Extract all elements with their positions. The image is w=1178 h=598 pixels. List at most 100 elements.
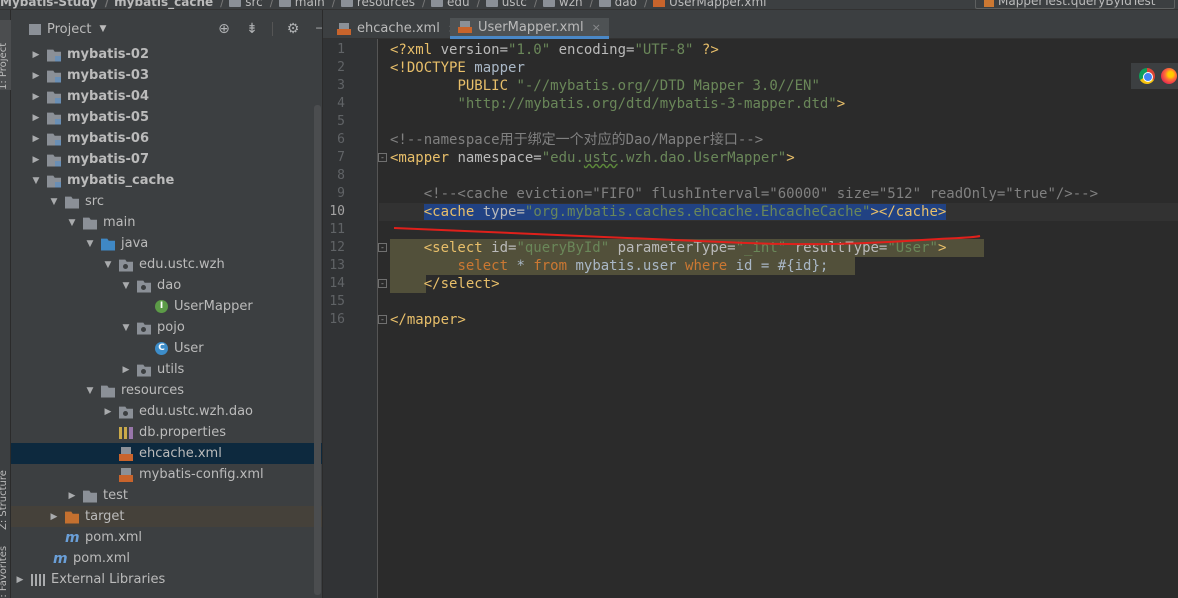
tree-item-utils[interactable]: ▶ utils <box>11 359 322 380</box>
chrome-icon[interactable] <box>1139 68 1155 84</box>
breadcrumb-item[interactable]: / ustc <box>472 0 527 9</box>
code-editor[interactable]: 1 2 3 4 5 6 7 8 9 10 11 12 13 14 15 16 <?xml version="1… <box>323 39 1178 598</box>
breadcrumb-item[interactable]: / UserMapper.xml <box>639 0 766 9</box>
hide-icon[interactable]: ⊣ <box>313 21 322 37</box>
breadcrumb-item[interactable]: / main <box>265 0 325 9</box>
code-token: type= <box>482 204 525 220</box>
collapse-arrow-icon[interactable]: ▶ <box>103 407 113 417</box>
tab-usermapper-xml[interactable]: UserMapper.xml × <box>450 18 609 39</box>
breadcrumb-label: ustc <box>501 0 527 9</box>
expand-arrow-icon[interactable]: ▼ <box>121 281 131 291</box>
breadcrumb-item[interactable]: / edu <box>417 0 470 9</box>
tree-item-test[interactable]: ▶ test <box>11 485 322 506</box>
collapse-icon[interactable]: ⇟ <box>244 21 260 37</box>
tree-item-mybatis-05[interactable]: ▶ mybatis-05 <box>11 107 322 128</box>
run-config-label: MapperTest.queryByIdTest <box>998 0 1156 8</box>
fold-toggle-icon[interactable]: - <box>378 279 387 288</box>
tree-item-java[interactable]: ▼ java <box>11 233 322 254</box>
run-configuration-select[interactable]: MapperTest.queryByIdTest <box>975 0 1175 9</box>
collapse-arrow-icon[interactable]: ▶ <box>31 155 41 165</box>
source-folder-icon <box>101 238 115 251</box>
tree-item-mybatis-03[interactable]: ▶ mybatis-03 <box>11 65 322 86</box>
line-number: 7 <box>337 150 345 165</box>
tree-item-usermapper[interactable]: ▶IUserMapper <box>11 296 322 317</box>
breadcrumb-item[interactable]: / mybatis_cache <box>100 0 213 9</box>
collapse-arrow-icon[interactable]: ▶ <box>31 113 41 123</box>
code-token: PUBLIC <box>457 78 517 94</box>
tree-item-db-properties[interactable]: ▶db.properties <box>11 422 322 443</box>
breadcrumb-item[interactable]: / wzh <box>529 0 583 9</box>
tree-item-external-libraries[interactable]: ▶ External Libraries <box>11 569 322 590</box>
tree-item-pojo[interactable]: ▼ pojo <box>11 317 322 338</box>
tree-item-edu-ustc-wzh[interactable]: ▼ edu.ustc.wzh <box>11 254 322 275</box>
tree-item-mybatis-04[interactable]: ▶ mybatis-04 <box>11 86 322 107</box>
tree-item-label: java <box>121 236 149 251</box>
close-icon[interactable]: × <box>592 21 601 34</box>
tree-item-mybatis-06[interactable]: ▶ mybatis-06 <box>11 128 322 149</box>
package-icon <box>137 364 151 377</box>
collapse-arrow-icon[interactable]: ▶ <box>15 575 25 585</box>
fold-toggle-icon[interactable]: - <box>378 243 387 252</box>
navigation-bar: Mybatis-Study / mybatis_cache / src / main / res… <box>0 0 1178 10</box>
tree-item-main[interactable]: ▼ main <box>11 212 322 233</box>
tree-item-mybatis-config-xml[interactable]: ▶mybatis-config.xml <box>11 464 322 485</box>
gear-icon[interactable]: ⚙ <box>285 21 301 37</box>
tree-item-resources[interactable]: ▼ resources <box>11 380 322 401</box>
code-token: > <box>836 96 846 112</box>
tree-item-mybatis-07[interactable]: ▶ mybatis-07 <box>11 149 322 170</box>
maven-icon: m <box>53 550 68 567</box>
collapse-arrow-icon[interactable]: ▶ <box>31 50 41 60</box>
collapse-arrow-icon[interactable]: ▶ <box>67 491 77 501</box>
tree-item-user[interactable]: ▶CUser <box>11 338 322 359</box>
expand-arrow-icon[interactable]: ▼ <box>85 386 95 396</box>
folder-icon <box>278 0 291 7</box>
collapse-arrow-icon[interactable]: ▶ <box>31 134 41 144</box>
tree-item-ehcache-xml[interactable]: ▶ehcache.xml <box>11 443 322 464</box>
line-number: 3 <box>337 78 345 93</box>
expand-arrow-icon[interactable]: ▼ <box>103 260 113 270</box>
breadcrumb-separator: / <box>104 0 110 9</box>
expand-arrow-icon[interactable]: ▼ <box>67 218 77 228</box>
tree-item-pom-xml[interactable]: ▶mpom.xml <box>11 527 322 548</box>
collapse-arrow-icon[interactable]: ▶ <box>121 365 131 375</box>
line-number: 6 <box>337 132 345 147</box>
code-token: "UTF-8" <box>634 42 702 58</box>
tab-ehcache-xml[interactable]: ehcache.xml × <box>329 18 465 39</box>
tree-item-dao[interactable]: ▼ dao <box>11 275 322 296</box>
tree-item-mybatis-02[interactable]: ▶ mybatis-02 <box>11 44 322 65</box>
breadcrumb-separator: / <box>220 0 225 9</box>
breadcrumb-separator: / <box>643 0 649 9</box>
expand-arrow-icon[interactable]: ▼ <box>49 197 59 207</box>
left-tool-strip: 1: Project Z: Structure 2: Favorites <box>0 10 12 598</box>
collapse-arrow-icon[interactable]: ▶ <box>49 512 59 522</box>
breadcrumb-item[interactable]: / resources <box>327 0 415 9</box>
tree-item-src[interactable]: ▼ src <box>11 191 322 212</box>
folder-icon <box>340 0 353 7</box>
excluded-folder-icon <box>65 511 79 524</box>
tree-item-target[interactable]: ▶ target <box>11 506 322 527</box>
crosshair-icon[interactable]: ⊕ <box>216 21 232 37</box>
module-folder-icon <box>47 154 61 167</box>
fold-toggle-icon[interactable]: - <box>378 153 387 162</box>
firefox-icon[interactable] <box>1161 68 1177 84</box>
tree-item-mybatis-cache[interactable]: ▼ mybatis_cache <box>11 170 322 191</box>
tree-item-label: mybatis-03 <box>67 68 149 83</box>
expand-arrow-icon[interactable]: ▼ <box>31 176 41 186</box>
expand-arrow-icon[interactable]: ▼ <box>85 239 95 249</box>
collapse-arrow-icon[interactable]: ▶ <box>31 92 41 102</box>
tree-item-label: pojo <box>157 320 185 335</box>
fold-toggle-icon[interactable]: - <box>378 315 387 324</box>
library-icon <box>31 573 45 586</box>
collapse-arrow-icon[interactable]: ▶ <box>31 71 41 81</box>
breadcrumb-item[interactable]: / src <box>215 0 263 9</box>
line-number: 2 <box>337 60 345 75</box>
tree-item-pom-xml[interactable]: ▶mpom.xml <box>11 548 322 569</box>
expand-arrow-icon[interactable]: ▼ <box>121 323 131 333</box>
breadcrumb-item[interactable]: / dao <box>585 0 637 9</box>
line-number: 9 <box>337 186 345 201</box>
breadcrumb-item[interactable]: Mybatis-Study <box>0 0 98 9</box>
project-view-selector[interactable]: Project ▼ <box>29 22 106 37</box>
tree-item-edu-ustc-wzh-dao[interactable]: ▶ edu.ustc.wzh.dao <box>11 401 322 422</box>
project-scrollbar[interactable] <box>314 105 321 595</box>
browser-preview-bar <box>1130 62 1178 90</box>
